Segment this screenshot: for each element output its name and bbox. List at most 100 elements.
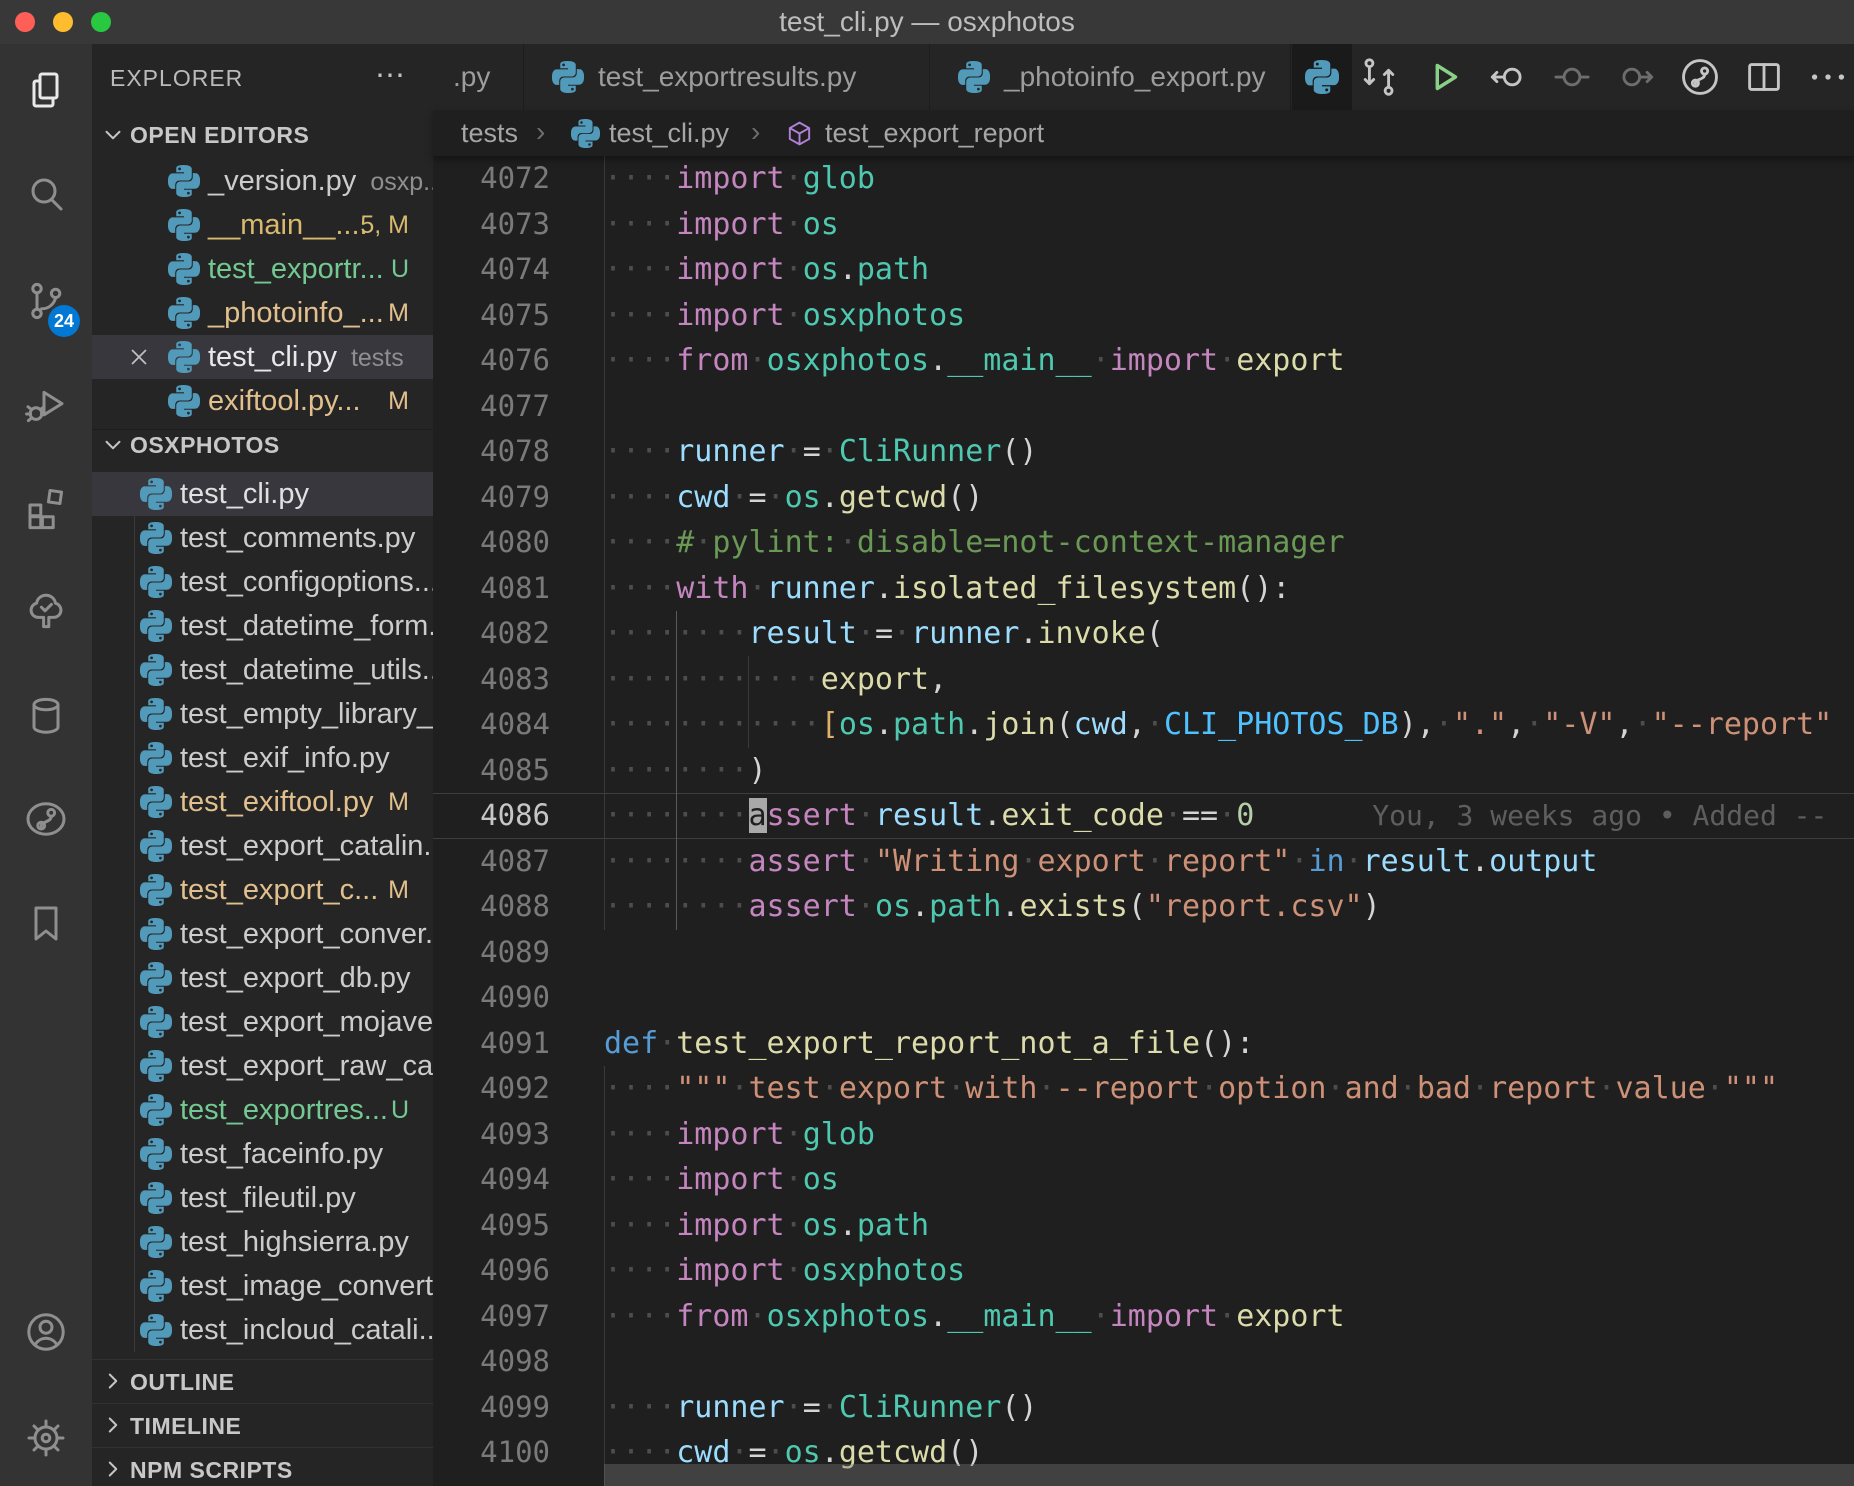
open-editor-item[interactable]: _photoinfo_...M	[92, 291, 433, 335]
tree-item[interactable]: test_exif_info.py	[92, 736, 433, 780]
tree-item[interactable]: test_export_catalin...	[92, 824, 433, 868]
tree-item-label: test_comments.py	[180, 516, 415, 560]
explorer-icon[interactable]	[22, 67, 70, 115]
tree-item[interactable]: test_export_mojave...	[92, 1000, 433, 1044]
split-editor-icon[interactable]	[1741, 54, 1787, 100]
explorer-more-actions-icon[interactable]: ⋯	[375, 58, 405, 94]
code-line[interactable]: 4088········assert·os.path.exists("repor…	[433, 884, 1854, 930]
line-number: 4097	[433, 1294, 550, 1340]
close-icon[interactable]	[126, 344, 152, 375]
code-line[interactable]: 4093····import·glob	[433, 1112, 1854, 1158]
tree-item[interactable]: test_export_raw_ca...	[92, 1044, 433, 1088]
code-line[interactable]: 4090	[433, 975, 1854, 1021]
tree-item[interactable]: test_datetime_form...	[92, 604, 433, 648]
osxphotos-header[interactable]: OSXPHOTOS	[92, 429, 433, 462]
code-line[interactable]: 4089	[433, 930, 1854, 976]
editor-tab[interactable]: _photoinfo_export.py	[930, 44, 1291, 110]
code-line[interactable]: 4080····#·pylint:·disable=not-context-ma…	[433, 520, 1854, 566]
code-text: ········assert·result.exit_code·==·0You,…	[604, 793, 1827, 839]
code-line[interactable]: 4094····import·os	[433, 1157, 1854, 1203]
code-line[interactable]: 4097····from·osxphotos.__main__·import·e…	[433, 1294, 1854, 1340]
tree-item[interactable]: test_configoptions....	[92, 560, 433, 604]
code-line[interactable]: 4084············[os.path.join(cwd,·CLI_P…	[433, 702, 1854, 748]
code-line[interactable]: 4096····import·osxphotos	[433, 1248, 1854, 1294]
code-line[interactable]: 4078····runner·=·CliRunner()	[433, 429, 1854, 475]
extensions-icon[interactable]	[22, 484, 70, 532]
tree-item[interactable]: test_faceinfo.py	[92, 1132, 433, 1176]
editor-tab[interactable]: .py	[433, 44, 524, 110]
open-editor-item[interactable]: test_exportr...U	[92, 247, 433, 291]
breadcrumb-folder[interactable]: tests	[461, 110, 518, 156]
code-line[interactable]: 4079····cwd·=·os.getcwd()	[433, 475, 1854, 521]
open-editor-label: exiftool.py...	[208, 379, 361, 423]
code-line[interactable]: 4075····import·osxphotos	[433, 293, 1854, 339]
tree-item[interactable]: test_image_convert...	[92, 1264, 433, 1308]
database-icon[interactable]	[22, 692, 70, 740]
code-line[interactable]: 4086········assert·result.exit_code·==·0…	[433, 793, 1854, 839]
code-line[interactable]: 4091def·test_export_report_not_a_file():	[433, 1021, 1854, 1067]
sidebar-section-outline[interactable]: OUTLINE	[92, 1359, 433, 1404]
tree-item[interactable]: test_fileutil.py	[92, 1176, 433, 1220]
account-icon[interactable]	[22, 1308, 70, 1356]
tree-item-label: test_cli.py	[180, 472, 309, 516]
breadcrumb-file[interactable]: test_cli.py	[609, 110, 729, 156]
tree-item[interactable]: test_highsierra.py	[92, 1220, 433, 1264]
code-line[interactable]: 4099····runner·=·CliRunner()	[433, 1385, 1854, 1431]
code-line[interactable]: 4085········)	[433, 748, 1854, 794]
python-interpreter-block[interactable]	[1292, 44, 1352, 110]
run-icon[interactable]	[1421, 54, 1467, 100]
open-editor-item[interactable]: exiftool.py...M	[92, 379, 433, 423]
code-line[interactable]: 4076····from·osxphotos.__main__·import·e…	[433, 338, 1854, 384]
horizontal-scrollbar[interactable]	[604, 1464, 1854, 1486]
sidebar-section-timeline[interactable]: TIMELINE	[92, 1403, 433, 1448]
todo-tree-icon[interactable]	[22, 588, 70, 636]
tree-item[interactable]: test_export_conver...	[92, 912, 433, 956]
git-blame-annotation: You, 3 weeks ago • Added --	[1254, 799, 1827, 832]
gitlens-circle-icon[interactable]	[1677, 54, 1723, 100]
breadcrumb-symbol[interactable]: test_export_report	[825, 110, 1044, 156]
code-line[interactable]: 4077	[433, 384, 1854, 430]
code-line[interactable]: 4095····import·os.path	[433, 1203, 1854, 1249]
line-number: 4096	[433, 1248, 550, 1294]
tree-item[interactable]: test_export_db.py	[92, 956, 433, 1000]
code-editor[interactable]: 4072····import·glob4073····import·os4074…	[433, 156, 1854, 1486]
python-icon	[140, 1226, 172, 1263]
run-debug-icon[interactable]	[22, 380, 70, 428]
code-line[interactable]: 4073····import·os	[433, 202, 1854, 248]
tree-item[interactable]: test_datetime_utils....	[92, 648, 433, 692]
gitlens-icon[interactable]	[22, 795, 70, 843]
code-line[interactable]: 4098	[433, 1339, 1854, 1385]
code-line[interactable]: 4081····with·runner.isolated_filesystem(…	[433, 566, 1854, 612]
change-icon[interactable]	[1549, 54, 1595, 100]
search-icon[interactable]	[22, 171, 70, 219]
tree-item[interactable]: test_comments.py	[92, 516, 433, 560]
source-control-icon[interactable]: 24	[22, 277, 70, 325]
open-editor-item[interactable]: __main__....5, M	[92, 203, 433, 247]
tree-item[interactable]: test_export_c...M	[92, 868, 433, 912]
sidebar-section-npm-scripts[interactable]: NPM SCRIPTS	[92, 1447, 433, 1486]
breadcrumb-separator: ›	[751, 110, 760, 154]
code-line[interactable]: 4074····import·os.path	[433, 247, 1854, 293]
more-actions-icon[interactable]	[1805, 54, 1851, 100]
open-editor-item[interactable]: _version.pyosxp...	[92, 159, 433, 203]
tree-item[interactable]: test_exportres...U	[92, 1088, 433, 1132]
code-line[interactable]: 4087········assert·"Writing·export·repor…	[433, 839, 1854, 885]
tree-item[interactable]: test_cli.py	[92, 472, 433, 516]
open-editors-header[interactable]: OPEN EDITORS	[92, 120, 433, 152]
line-number: 4076	[433, 338, 550, 384]
code-line[interactable]: 4072····import·glob	[433, 156, 1854, 202]
code-line[interactable]: 4092····"""·test·export·with·--report·op…	[433, 1066, 1854, 1112]
tree-item[interactable]: test_empty_library_...	[92, 692, 433, 736]
open-editor-item[interactable]: test_cli.pytests	[92, 335, 433, 379]
bookmark-icon[interactable]	[22, 900, 70, 948]
compare-changes-icon[interactable]	[1356, 54, 1402, 100]
code-line[interactable]: 4083············export,	[433, 657, 1854, 703]
settings-gear-icon[interactable]	[22, 1414, 70, 1462]
next-change-icon[interactable]	[1613, 54, 1659, 100]
tree-item[interactable]: test_incloud_catali...	[92, 1308, 433, 1352]
tree-item[interactable]: test_exiftool.pyM	[92, 780, 433, 824]
editor-tab[interactable]: test_exportresults.py	[524, 44, 930, 110]
previous-change-icon[interactable]	[1485, 54, 1531, 100]
code-line[interactable]: 4082········result·=·runner.invoke(	[433, 611, 1854, 657]
line-number: 4089	[433, 930, 550, 976]
